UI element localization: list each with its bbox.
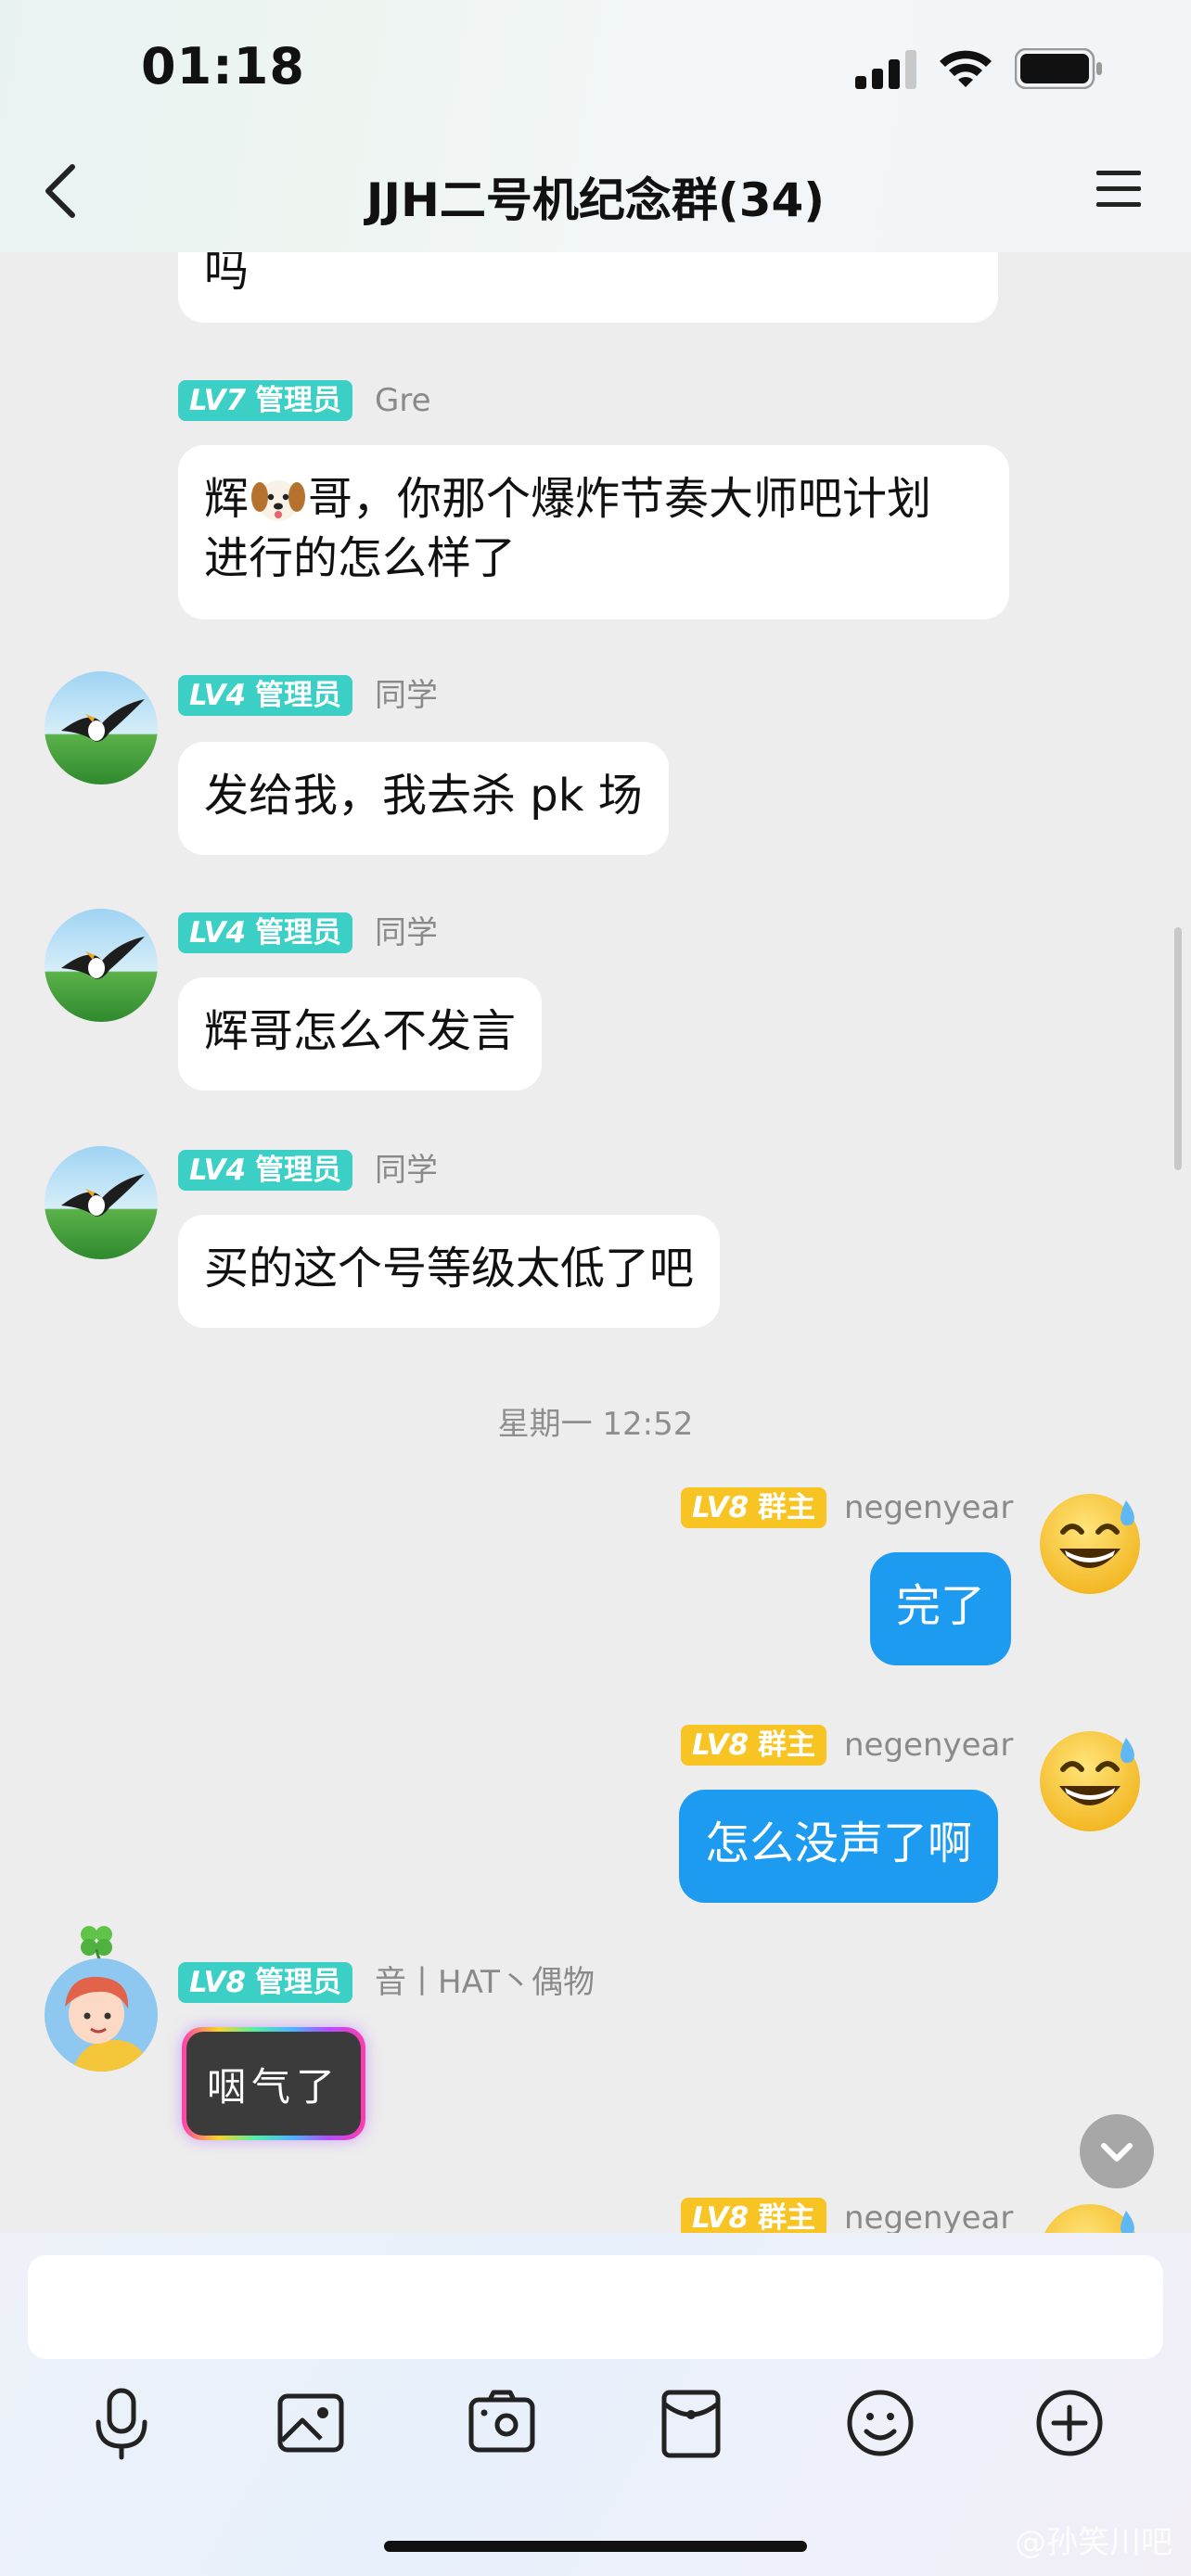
plus-icon[interactable]	[1028, 2381, 1111, 2465]
member-tag: LV8 管理员	[178, 1962, 353, 2003]
my-message-bubble[interactable]: 怎么没声了啊	[679, 1790, 999, 1903]
avatar-bird-image	[45, 671, 158, 784]
chevron-down-icon	[1101, 2143, 1133, 2162]
dog-face-emoji-icon	[251, 480, 306, 521]
hamburger-menu-icon[interactable]	[1095, 167, 1143, 211]
wifi-icon	[940, 50, 992, 87]
message-bubble[interactable]: 辉哥怎么不发言	[178, 977, 543, 1090]
message-text: 怎么没声了啊	[705, 1817, 973, 1869]
message-text-line2: 进行的怎么样了	[204, 532, 517, 584]
scrollbar[interactable]	[1174, 927, 1182, 1170]
microphone-icon[interactable]	[80, 2381, 163, 2465]
status-time: 01:18	[141, 37, 305, 96]
message-text: 完了	[896, 1580, 986, 1632]
header: 01:18 JJH二号机纪念群(34)	[0, 0, 1191, 252]
grinning-sweat-emoji-avatar[interactable]	[1035, 1725, 1145, 1834]
member-tag: LV7 管理员	[178, 380, 353, 421]
message-text: 买的这个号等级太低了吧	[204, 1243, 695, 1294]
scroll-to-bottom-button[interactable]	[1080, 2114, 1154, 2188]
input-area: @孙笑川吧	[0, 2233, 1191, 2576]
sender-name: Gre	[375, 382, 431, 419]
member-tag: LV4 管理员	[178, 1150, 353, 1191]
avatar-bird-image	[45, 1146, 158, 1259]
message-bubble[interactable]: 发给我，我去杀 pk 场	[178, 742, 669, 855]
sender-name: negenyear	[844, 1727, 1014, 1764]
sender-name: 同学	[375, 677, 438, 714]
sticker-message[interactable]: 咽气了	[182, 2027, 365, 2140]
home-indicator[interactable]	[384, 2541, 807, 2552]
chat-title: JJH二号机纪念群(34)	[365, 173, 826, 227]
message-text: 辉 哥，你那个爆炸节奏大师吧计划	[204, 473, 932, 525]
sender-name: 音丨HAT丶偶物	[375, 1964, 595, 2001]
avatar[interactable]	[45, 909, 158, 1022]
message-text: 咽气了	[186, 2032, 361, 2136]
battery-icon	[1015, 48, 1102, 89]
message-input[interactable]	[28, 2255, 1163, 2359]
member-tag: LV4 管理员	[178, 912, 353, 953]
watermark: @孙笑川吧	[1015, 2524, 1172, 2561]
image-icon[interactable]	[269, 2381, 352, 2465]
message-bubble[interactable]: 买的这个号等级太低了吧	[178, 1215, 721, 1328]
sender-name: negenyear	[844, 1489, 1014, 1526]
avatar[interactable]	[45, 1958, 158, 2072]
cellular-signal-icon	[855, 50, 916, 89]
red-packet-icon[interactable]	[649, 2381, 733, 2465]
message-text: 辉哥怎么不发言	[204, 1005, 517, 1057]
avatar-anime-image	[45, 1958, 158, 2072]
my-message-bubble[interactable]: 完了	[870, 1552, 1012, 1665]
sender-name: 同学	[375, 1152, 438, 1189]
member-tag: LV8 群主	[681, 1487, 827, 1528]
camera-icon[interactable]	[460, 2381, 544, 2465]
sender-name: 同学	[375, 914, 438, 951]
avatar-bird-image	[45, 909, 158, 1022]
member-tag: LV4 管理员	[178, 675, 353, 716]
message-bubble[interactable]: 辉 哥，你那个爆炸节奏大师吧计划 进行的怎么样了	[178, 445, 1009, 619]
emoji-icon[interactable]	[839, 2381, 922, 2465]
grinning-sweat-emoji-avatar[interactable]	[1035, 1487, 1145, 1597]
message-text: 发给我，我去杀 pk 场	[204, 770, 643, 822]
message-text: 吗	[204, 245, 250, 297]
timestamp: 星期一 12:52	[497, 1406, 694, 1443]
member-tag: LV8 群主	[681, 1725, 827, 1766]
avatar[interactable]	[45, 671, 158, 784]
avatar[interactable]	[45, 1146, 158, 1259]
